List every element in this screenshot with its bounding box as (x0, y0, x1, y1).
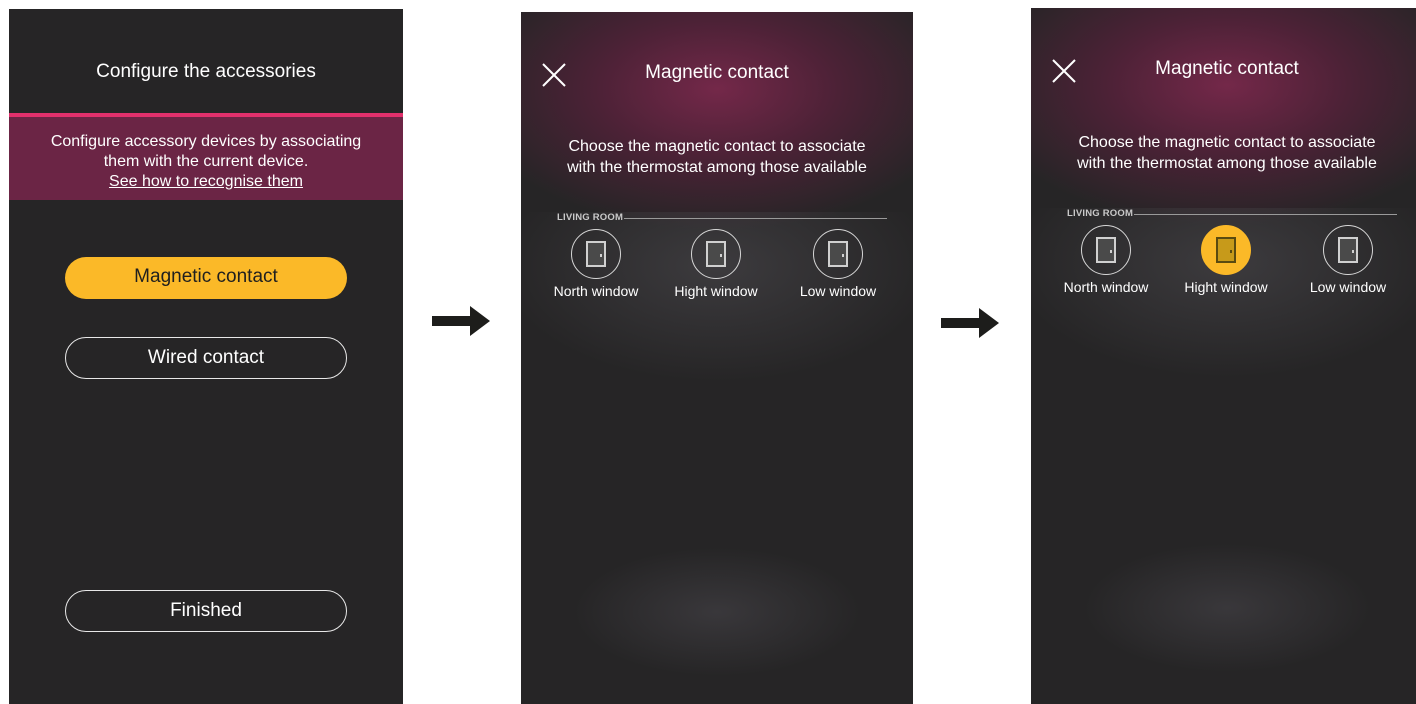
arrow-right-icon (941, 308, 999, 338)
contact-label: Low window (1309, 279, 1387, 295)
prompt-line-2: with the thermostat among those availabl… (567, 159, 867, 176)
door-icon (586, 241, 606, 267)
room-label: LIVING ROOM (1067, 208, 1134, 219)
contact-circle[interactable] (813, 229, 863, 279)
prompt-line-2: with the thermostat among those availabl… (1077, 155, 1377, 172)
prompt-line-1: Choose the magnetic contact to associate (1078, 134, 1376, 151)
door-icon (828, 241, 848, 267)
room-label: LIVING ROOM (557, 212, 624, 223)
prompt-text: Choose the magnetic contact to associate… (1031, 132, 1416, 174)
recognise-link[interactable]: See how to recognise them (109, 172, 303, 192)
contact-north-window[interactable]: North window (544, 229, 648, 299)
contact-north-window[interactable]: North window (1054, 225, 1158, 295)
contact-circle[interactable] (691, 229, 741, 279)
room-divider (624, 218, 887, 219)
description-line-1: Configure accessory devices by associati… (50, 133, 362, 150)
door-icon (706, 241, 726, 267)
page-title: Magnetic contact (1155, 58, 1299, 79)
arrow-right-icon (432, 306, 490, 336)
door-icon (1216, 237, 1236, 263)
contact-low-window[interactable]: Low window (786, 229, 890, 299)
bottom-glow (1071, 538, 1383, 678)
contact-label: North window (553, 283, 639, 299)
magnetic-contact-button[interactable]: Magnetic contact (65, 257, 347, 299)
contact-hight-window[interactable]: Hight window (664, 229, 768, 299)
contact-label: North window (1063, 279, 1149, 295)
room-divider (1134, 214, 1397, 215)
contact-label: Low window (799, 283, 877, 299)
contact-hight-window-selected[interactable]: Hight window (1174, 225, 1278, 295)
contact-circle[interactable] (1081, 225, 1131, 275)
magnetic-contact-screen: Magnetic contact Choose the magnetic con… (521, 12, 913, 704)
page-title: Magnetic contact (645, 62, 789, 83)
description-line-2: them with the current device. (103, 153, 309, 170)
configure-accessories-screen: Configure the accessories Configure acce… (9, 9, 403, 704)
bottom-glow (561, 542, 873, 682)
contact-circle[interactable] (571, 229, 621, 279)
contact-label: Hight window (1184, 279, 1268, 295)
wired-contact-button[interactable]: Wired contact (65, 337, 347, 379)
magnetic-contact-selected-screen: Magnetic contact Choose the magnetic con… (1031, 8, 1416, 704)
page-title: Configure the accessories (96, 61, 316, 82)
contact-circle-selected[interactable] (1201, 225, 1251, 275)
door-icon (1338, 237, 1358, 263)
prompt-line-1: Choose the magnetic contact to associate (568, 138, 866, 155)
contact-label: Hight window (674, 283, 758, 299)
door-icon (1096, 237, 1116, 263)
header-glow (1031, 8, 1416, 228)
prompt-text: Choose the magnetic contact to associate… (521, 136, 913, 178)
finished-button[interactable]: Finished (65, 590, 347, 632)
contact-circle[interactable] (1323, 225, 1373, 275)
header-glow (521, 12, 913, 232)
description-text: Configure accessory devices by associati… (9, 132, 403, 192)
contact-low-window[interactable]: Low window (1296, 225, 1400, 295)
